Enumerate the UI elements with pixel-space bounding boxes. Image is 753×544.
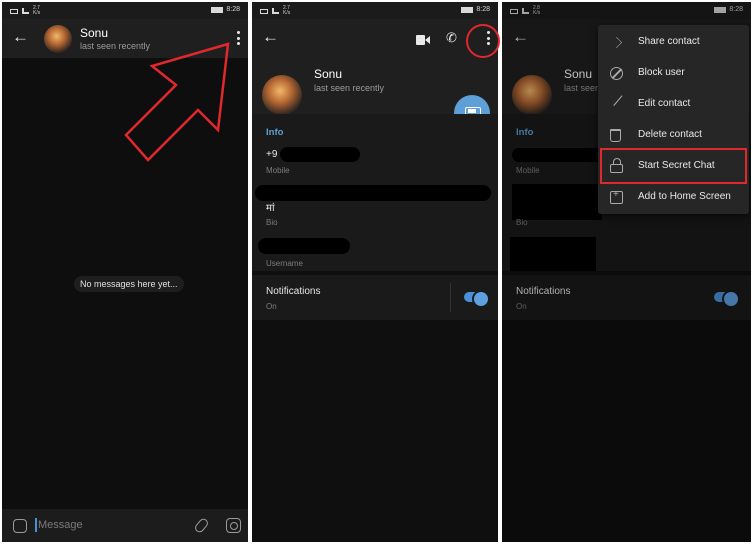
- more-options-icon[interactable]: [236, 31, 240, 45]
- chat-header: ← Sonu last seen recently: [2, 19, 248, 58]
- edit-icon: [613, 95, 632, 114]
- avatar[interactable]: [44, 25, 72, 53]
- delete-icon: [610, 129, 621, 142]
- text-cursor: [35, 518, 37, 532]
- empty-chat-notice: No messages here yet...: [74, 276, 184, 292]
- block-icon: [610, 67, 623, 80]
- profile-avatar[interactable]: [262, 75, 302, 115]
- clock: 8:28: [476, 6, 490, 13]
- info-title: Info: [266, 127, 284, 138]
- mobile-label: Mobile: [266, 166, 290, 175]
- signal-icon: [272, 8, 279, 14]
- share-icon: [610, 36, 623, 49]
- menu-item-delete-contact[interactable]: Delete contact: [598, 120, 749, 151]
- attach-icon[interactable]: [193, 516, 210, 535]
- notification-icon: [260, 8, 268, 14]
- profile-menu-screen: 2.8K/s 8:28 ← Sonu last seen recently In…: [502, 2, 751, 542]
- notifications-toggle[interactable]: [464, 290, 490, 308]
- menu-item-add-to-home-screen[interactable]: Add to Home Screen: [598, 182, 749, 213]
- back-arrow-icon[interactable]: ←: [12, 28, 29, 45]
- add-home-icon: [610, 189, 623, 204]
- username-label: Username: [266, 259, 303, 268]
- notifications-title: Notifications: [266, 286, 321, 297]
- contact-name[interactable]: Sonu: [80, 26, 108, 40]
- sticker-icon[interactable]: [13, 519, 27, 533]
- battery-icon: [211, 6, 224, 13]
- phone-number[interactable]: +9: [266, 149, 277, 160]
- voice-call-icon[interactable]: ✆: [446, 31, 457, 45]
- overflow-menu: Share contact Block user Edit contact De…: [598, 25, 749, 214]
- status-bar: 2.7 K/s 8:28: [2, 2, 248, 19]
- redaction: [255, 185, 491, 201]
- bio-text: मां: [266, 203, 275, 214]
- redaction: [258, 238, 350, 254]
- profile-last-seen: last seen recently: [314, 83, 385, 93]
- status-bar: 2.7 K/s 8:28: [252, 2, 498, 19]
- network-speed: 2.7 K/s: [283, 5, 291, 16]
- bio-label: Bio: [266, 218, 278, 227]
- compose-bar: [2, 509, 248, 542]
- menu-item-share-contact[interactable]: Share contact: [598, 27, 749, 58]
- divider: [450, 283, 451, 312]
- network-speed: 2.7 K/s: [33, 5, 41, 16]
- signal-icon: [22, 8, 29, 14]
- menu-item-edit-contact[interactable]: Edit contact: [598, 89, 749, 120]
- redaction: [280, 147, 360, 162]
- notifications-status: On: [266, 302, 277, 311]
- profile-screen: 2.7 K/s 8:28 ← ✆ Sonu last seen recently …: [252, 2, 498, 542]
- secret-chat-highlight: [600, 148, 747, 184]
- back-arrow-icon[interactable]: ←: [262, 28, 279, 45]
- menu-item-block-user[interactable]: Block user: [598, 58, 749, 89]
- last-seen-status: last seen recently: [80, 41, 151, 51]
- battery-icon: [461, 6, 474, 13]
- notifications-row[interactable]: Notifications On: [252, 275, 498, 320]
- more-options-circle-annotation: [466, 24, 500, 58]
- video-call-icon[interactable]: [416, 35, 430, 45]
- info-section: Info +9 Mobile मां Bio Username: [252, 114, 498, 271]
- message-input[interactable]: [38, 517, 178, 533]
- profile-name: Sonu: [314, 67, 343, 81]
- message-list: No messages here yet...: [2, 58, 248, 509]
- notification-icon: [10, 8, 18, 14]
- chat-screen: 2.7 K/s 8:28 ← Sonu last seen recently No…: [2, 2, 248, 542]
- clock: 8:28: [226, 6, 240, 13]
- camera-icon[interactable]: [226, 518, 241, 533]
